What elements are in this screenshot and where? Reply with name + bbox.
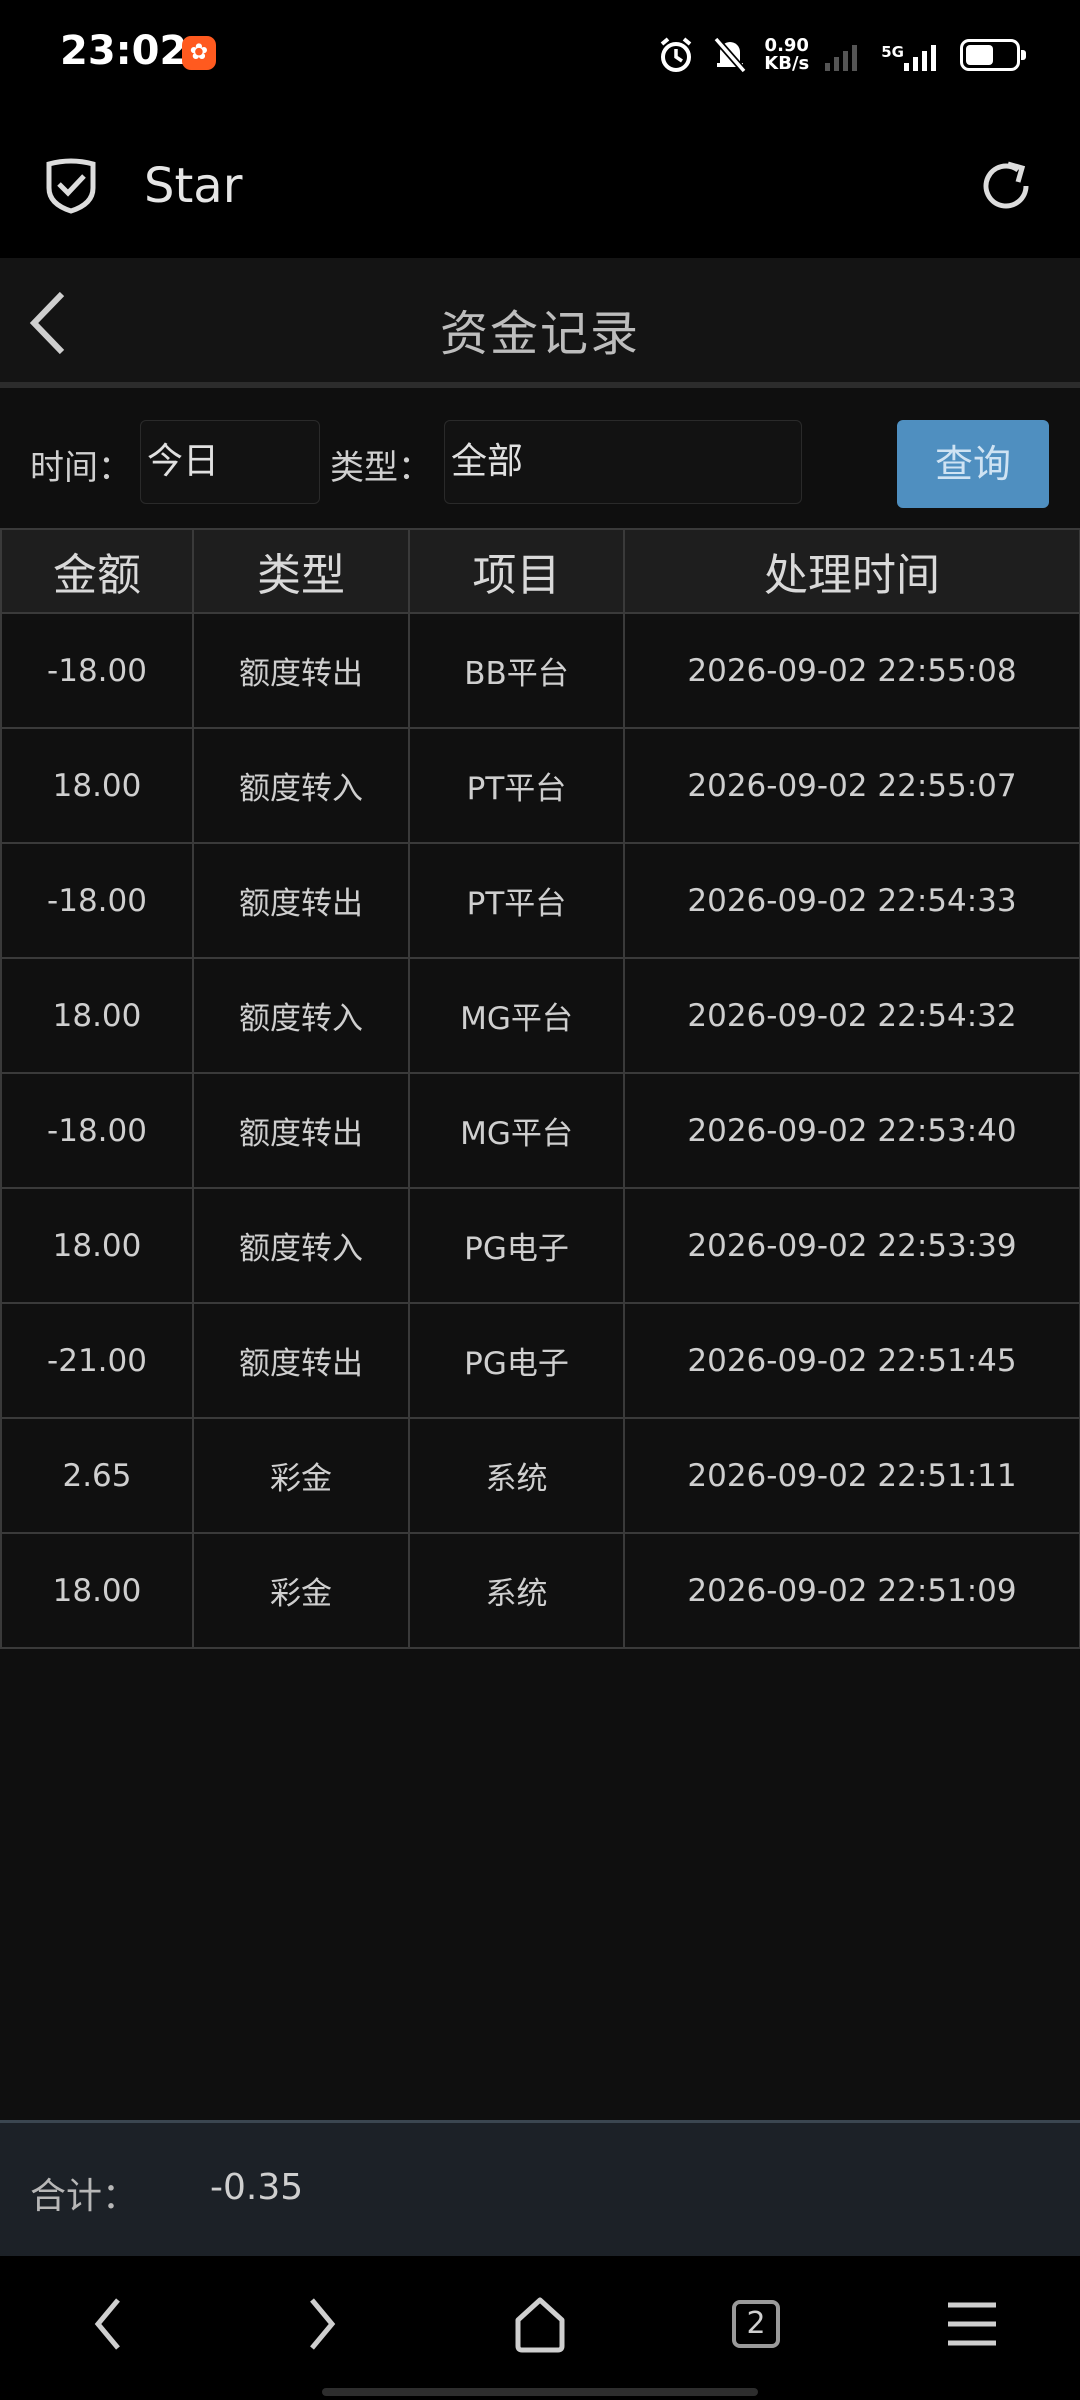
home-icon (515, 2297, 565, 2353)
cell-type: 额度转出 (192, 842, 410, 959)
site-name: Star (144, 158, 243, 214)
table-row: -18.00 额度转出 PT平台 2026-09-02 22:54:33 (0, 842, 1080, 959)
header-amount: 金额 (0, 528, 194, 614)
cell-type: 彩金 (192, 1532, 410, 1649)
cell-time: 2026-09-02 22:55:08 (623, 612, 1080, 729)
cell-item: 系统 (408, 1417, 625, 1534)
cell-amount: 18.00 (0, 727, 194, 844)
table-row: 18.00 额度转入 MG平台 2026-09-02 22:54:32 (0, 957, 1080, 1074)
page-title: 资金记录 (439, 306, 640, 362)
cell-amount: 18.00 (0, 1532, 194, 1649)
type-filter-label: 类型： (330, 448, 432, 488)
query-button[interactable]: 查询 (897, 420, 1049, 508)
home-indicator[interactable] (322, 2388, 758, 2396)
cell-type: 彩金 (192, 1417, 410, 1534)
cell-time: 2026-09-02 22:54:33 (623, 842, 1080, 959)
cell-item: BB平台 (408, 612, 625, 729)
menu-icon (948, 2302, 996, 2346)
cell-type: 额度转入 (192, 957, 410, 1074)
nav-tabs-button[interactable]: 2 (716, 2284, 796, 2364)
filter-row: 时间： 今日 类型： 全部 查询 (0, 388, 1080, 528)
header-time: 处理时间 (623, 528, 1080, 614)
network-type: 5G (881, 43, 904, 61)
records-table: 金额 类型 项目 处理时间 -18.00 额度转出 BB平台 2026-09-0… (0, 528, 1080, 1649)
chevron-right-icon (310, 2298, 336, 2350)
table-header-row: 金额 类型 项目 处理时间 (0, 528, 1080, 614)
cell-item: 系统 (408, 1532, 625, 1649)
cell-type: 额度转入 (192, 1187, 410, 1304)
header-type: 类型 (192, 528, 410, 614)
cell-amount: -18.00 (0, 842, 194, 959)
cell-amount: -18.00 (0, 612, 194, 729)
time-filter-select[interactable]: 今日 (140, 420, 320, 504)
cell-time: 2026-09-02 22:51:09 (623, 1532, 1080, 1649)
page-header: 资金记录 (0, 258, 1080, 388)
cell-time: 2026-09-02 22:51:11 (623, 1417, 1080, 1534)
cell-time: 2026-09-02 22:54:32 (623, 957, 1080, 1074)
status-time: 23:02 (60, 28, 188, 74)
table-row: -18.00 额度转出 BB平台 2026-09-02 22:55:08 (0, 612, 1080, 729)
cell-item: PT平台 (408, 842, 625, 959)
cell-amount: 2.65 (0, 1417, 194, 1534)
cell-time: 2026-09-02 22:51:45 (623, 1302, 1080, 1419)
browser-header: Star (0, 110, 1080, 258)
alarm-icon (661, 37, 692, 72)
total-label: 合计： (30, 2176, 139, 2217)
cell-amount: -18.00 (0, 1072, 194, 1189)
cell-item: PT平台 (408, 727, 625, 844)
cell-item: MG平台 (408, 1072, 625, 1189)
app-notification-icon: ✿ (182, 36, 216, 70)
nav-back-button[interactable] (68, 2284, 148, 2364)
nav-menu-button[interactable] (932, 2284, 1012, 2364)
battery-icon (960, 39, 1026, 71)
net-speed: 0.90 KB/s (764, 35, 810, 74)
cell-amount: 18.00 (0, 957, 194, 1074)
status-icons: 0.90 KB/s 5G (656, 30, 1026, 80)
tabs-icon: 2 (732, 2300, 780, 2348)
cell-time: 2026-09-02 22:53:39 (623, 1187, 1080, 1304)
table-row: 18.00 彩金 系统 2026-09-02 22:51:09 (0, 1532, 1080, 1649)
mute-bell-icon (713, 36, 747, 74)
table-row: 2.65 彩金 系统 2026-09-02 22:51:11 (0, 1417, 1080, 1534)
total-value: -0.35 (210, 2167, 304, 2208)
table-row: 18.00 额度转入 PT平台 2026-09-02 22:55:07 (0, 727, 1080, 844)
time-filter-label: 时间： (30, 448, 132, 488)
cell-type: 额度转出 (192, 612, 410, 729)
cell-type: 额度转入 (192, 727, 410, 844)
nav-home-button[interactable] (500, 2284, 580, 2364)
cell-amount: 18.00 (0, 1187, 194, 1304)
header-item: 项目 (408, 528, 625, 614)
cell-item: PG电子 (408, 1187, 625, 1304)
table-row: -18.00 额度转出 MG平台 2026-09-02 22:53:40 (0, 1072, 1080, 1189)
cell-item: MG平台 (408, 957, 625, 1074)
bottom-nav: 2 (0, 2256, 1080, 2400)
status-bar: 23:02 ✿ 0.90 KB/s 5G (0, 0, 1080, 110)
cell-time: 2026-09-02 22:55:07 (623, 727, 1080, 844)
cell-time: 2026-09-02 22:53:40 (623, 1072, 1080, 1189)
refresh-icon[interactable] (978, 158, 1034, 214)
cell-item: PG电子 (408, 1302, 625, 1419)
cell-amount: -21.00 (0, 1302, 194, 1419)
nav-forward-button[interactable] (282, 2284, 362, 2364)
chevron-left-icon (94, 2298, 120, 2350)
signal-icon-1 (825, 45, 858, 71)
signal-icon-2 (904, 45, 936, 71)
table-row: 18.00 额度转入 PG电子 2026-09-02 22:53:39 (0, 1187, 1080, 1304)
table-row: -21.00 额度转出 PG电子 2026-09-02 22:51:45 (0, 1302, 1080, 1419)
shield-check-icon[interactable] (44, 156, 98, 214)
type-filter-select[interactable]: 全部 (444, 420, 802, 504)
cell-type: 额度转出 (192, 1072, 410, 1189)
cell-type: 额度转出 (192, 1302, 410, 1419)
total-bar: 合计： -0.35 (0, 2120, 1080, 2256)
